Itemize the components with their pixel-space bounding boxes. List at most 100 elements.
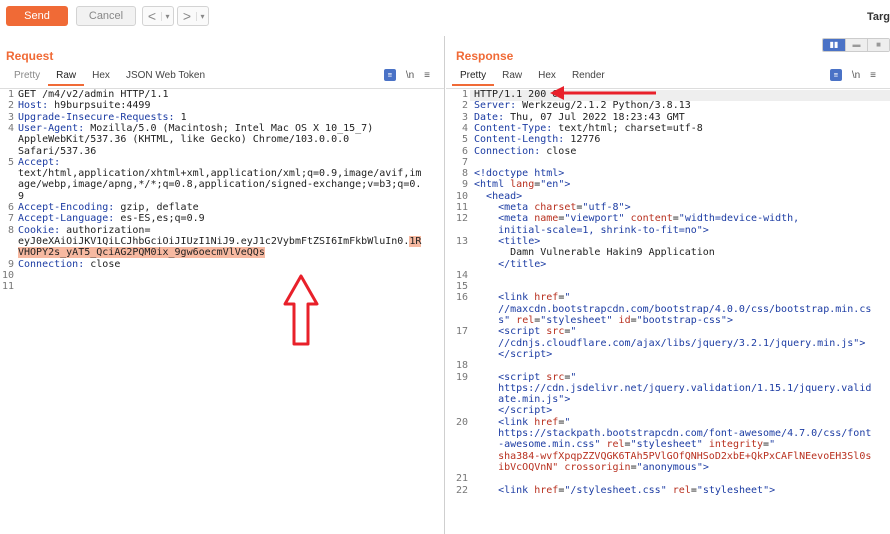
cancel-button[interactable]: Cancel [76,6,136,26]
code-line: eyJ0eXAiOiJKV1QiLCJhbGciOiJIUzI1NiJ9.eyJ… [18,235,422,247]
code-line: Content-Length: 12776 [474,134,601,146]
pretty-toggle-icon[interactable]: ≡ [383,69,396,81]
layout-tabs-icon[interactable]: ■ [867,39,889,51]
line-number: 6 [7,202,14,213]
code-line: Safari/537.36 [18,145,97,157]
line-number: 4 [7,122,14,134]
code-line: //cdnjs.cloudflare.com/ajax/libs/jquery/… [498,337,866,349]
forward-history-group[interactable]: > ▾ [177,6,209,26]
code-line: <head> [486,190,523,202]
code-line: Connection: close [474,145,577,157]
code-line: https://stackpath.bootstrapcdn.com/font-… [498,428,872,439]
code-line: sha384-wvfXpqpZZVQGK6TAh5PVlGOfQNHSoD2xb… [498,450,872,462]
request-tabs: Pretty Raw Hex JSON Web Token [6,69,213,86]
code-line: Upgrade-Insecure-Requests: 1 [18,111,187,123]
request-title: Request [6,49,54,63]
line-number: 21 [455,473,468,485]
newline-toggle-icon[interactable]: \n [852,70,860,81]
line-number: 16 [455,292,468,304]
request-tab-icons: ≡ \n ≡ [383,69,430,81]
tab-render[interactable]: Render [564,69,613,86]
code-line: Date: Thu, 07 Jul 2022 18:23:43 GMT [474,111,685,123]
send-button[interactable]: Send [6,6,68,26]
line-number: 9 [461,179,468,191]
line-number: 2 [7,100,14,112]
code-line: Host: h9burpsuite:4499 [18,100,151,112]
code-line: <link href=" [498,292,571,304]
request-editor[interactable]: 1 GET /m4/v2/admin HTTP/1.1 2 Host: h9burps… [0,88,444,534]
code-line: GET /m4/v2/admin HTTP/1.1 [18,89,169,100]
line-number: 5 [461,134,468,146]
code-line: HTTP/1.1 200 OK [474,89,565,100]
line-number: 10 [455,190,468,202]
tab-raw[interactable]: Raw [494,69,530,86]
code-line: //maxcdn.bootstrapcdn.com/bootstrap/4.0.… [498,303,872,315]
target-label[interactable]: Targ [867,11,890,23]
line-number: 6 [461,145,468,157]
line-number: 2 [461,100,468,112]
code-line: Cookie: authorization= [18,224,151,236]
newline-toggle-icon[interactable]: \n [406,70,414,81]
code-line: https://cdn.jsdelivr.net/jquery.validati… [498,382,872,394]
line-number: 8 [7,224,14,236]
line-number: 9 [7,258,14,270]
line-number: 7 [461,156,468,168]
code-line: s" rel="stylesheet" id="bootstrap-css"> [498,315,733,326]
line-number: 17 [455,326,468,338]
layout-toggle[interactable]: ▮▮ ▬ ■ [822,38,890,52]
chevron-down-icon[interactable]: ▾ [161,11,173,21]
tab-pretty[interactable]: Pretty [6,69,48,86]
code-line: ibVcOQVnN" crossorigin="anonymous"> [498,461,709,473]
response-panel: ▮▮ ▬ ■ Response Pretty Raw Hex Render ≡ … [446,36,890,534]
layout-side-by-side-icon[interactable]: ▮▮ [823,39,845,51]
toolbar: Send Cancel < ▾ > ▾ Targ [0,0,890,34]
code-line: age/webp,image/apng,*/*;q=0.8,applicatio… [18,179,422,191]
back-arrow-icon[interactable]: < [143,7,161,25]
code-line: <meta charset="utf-8"> [498,202,631,213]
code-line: Connection: close [18,258,121,270]
code-line: </script> [498,348,553,360]
forward-arrow-icon[interactable]: > [178,7,196,25]
line-number: 10 [1,269,14,281]
line-number: 15 [455,281,468,293]
tab-hex[interactable]: Hex [84,69,118,86]
back-history-group[interactable]: < ▾ [142,6,174,26]
code-line: Server: Werkzeug/2.1.2 Python/3.8.13 [474,100,691,112]
tab-json-web-token[interactable]: JSON Web Token [118,69,213,86]
layout-top-bottom-icon[interactable]: ▬ [845,39,867,51]
code-line: <script src=" [498,326,577,338]
code-line: text/html,application/xhtml+xml,applicat… [18,168,422,180]
response-tab-icons: ≡ \n ≡ [829,69,876,81]
pretty-toggle-icon[interactable]: ≡ [829,69,842,81]
tab-raw[interactable]: Raw [48,69,85,86]
line-number: 11 [1,281,14,293]
code-line: <meta name="viewport" content="width=dev… [498,213,800,225]
line-number: 22 [455,484,468,496]
menu-icon[interactable]: ≡ [870,70,876,81]
line-number: 7 [7,213,14,225]
code-line: Accept: [18,156,61,168]
line-number: 1 [461,89,468,100]
code-line: <!doctype html> [474,168,565,180]
code-line: Content-Type: text/html; charset=utf-8 [474,122,703,134]
code-line: <title> [498,235,541,247]
tab-pretty[interactable]: Pretty [452,69,495,86]
response-editor[interactable]: 1 HTTP/1.1 200 OK 2 Server: Werkzeug/2.1.2 … [446,88,890,534]
request-panel: Request Pretty Raw Hex JSON Web Token ≡ … [0,36,445,534]
response-title: Response [456,49,514,63]
line-number: 13 [455,235,468,247]
code-line: <script src=" [498,371,577,383]
code-line: 9 [18,190,25,202]
code-line: <link href=" [498,416,571,428]
code-line: <html lang="en"> [474,179,571,191]
line-number: 19 [455,371,468,383]
code-line: -awesome.min.css" rel="stylesheet" integ… [498,439,776,451]
chevron-down-icon[interactable]: ▾ [196,11,208,21]
menu-icon[interactable]: ≡ [424,70,430,81]
code-line: Accept-Encoding: gzip, deflate [18,202,199,213]
code-line: <link href="/stylesheet.css" rel="styles… [498,484,776,496]
line-number: 20 [455,416,468,428]
tab-hex[interactable]: Hex [530,69,564,86]
line-number: 18 [455,360,468,372]
line-number: 8 [461,168,468,180]
